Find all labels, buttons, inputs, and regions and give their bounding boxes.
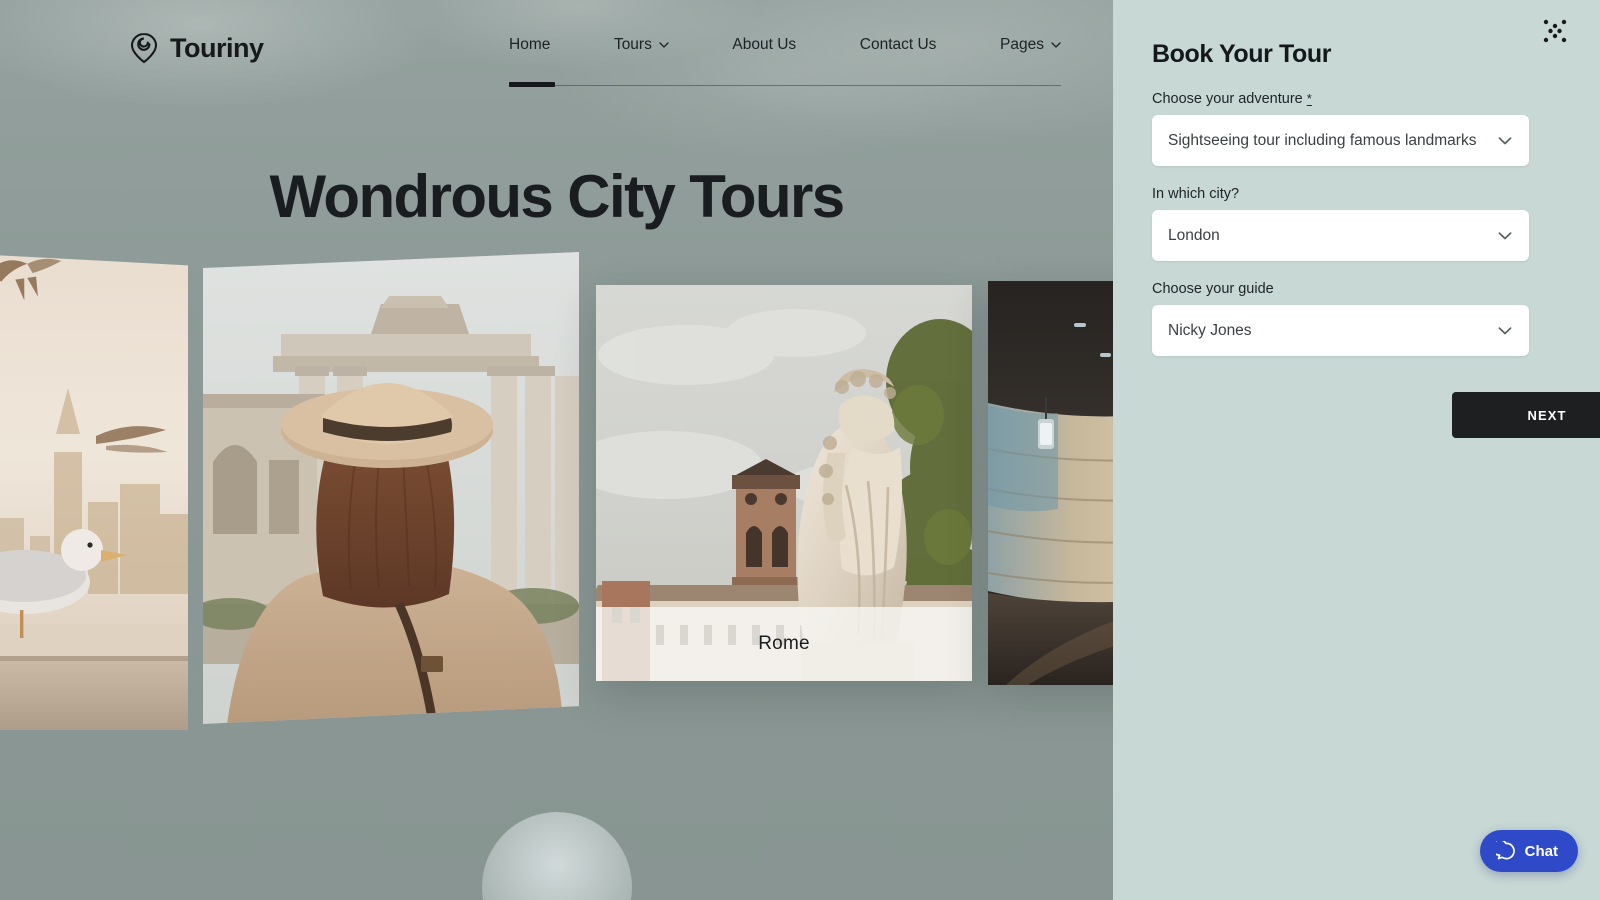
field-label-text: Choose your guide: [1152, 281, 1274, 297]
hero-section: Rome Touriny Home Tours About Us Contact…: [0, 0, 1113, 900]
nav-label: Tours: [613, 36, 652, 53]
card-caption: Rome: [596, 607, 972, 681]
nav-label: Home: [509, 36, 551, 53]
page-title: Wondrous City Tours: [269, 163, 845, 230]
nav-divider: [509, 85, 1061, 86]
field-label: Choose your adventure *: [1152, 91, 1529, 107]
nav-item-about-us[interactable]: About Us: [732, 36, 796, 56]
city-select[interactable]: London: [1152, 210, 1529, 261]
form-field-guide: Choose your guide Nicky Jones: [1152, 281, 1529, 356]
panel-title: Book Your Tour: [1152, 40, 1332, 68]
location-pin-spiral-icon: [130, 32, 158, 64]
field-label: Choose your guide: [1152, 281, 1529, 297]
select-value: Nicky Jones: [1168, 321, 1252, 339]
form-field-adventure: Choose your adventure * Sightseeing tour…: [1152, 91, 1529, 166]
chevron-down-icon: [1498, 136, 1512, 144]
chevron-down-icon: [1498, 231, 1512, 239]
adventure-select[interactable]: Sightseeing tour including famous landma…: [1152, 115, 1529, 166]
card-image-london: [0, 252, 188, 730]
chat-bubble-icon: [1495, 841, 1515, 860]
card-image-interior: [988, 281, 1113, 685]
chevron-down-icon: [1051, 42, 1061, 48]
field-label: In which city?: [1152, 186, 1529, 202]
select-value: Sightseeing tour including famous landma…: [1168, 131, 1477, 149]
nav-item-pages[interactable]: Pages: [1000, 36, 1061, 56]
chevron-down-icon: [659, 42, 669, 48]
card-image-forum: [203, 252, 579, 724]
nav-item-tours[interactable]: Tours: [614, 36, 669, 56]
brand-name: Touriny: [170, 32, 264, 63]
form-field-city: In which city? London: [1152, 186, 1529, 261]
nav-label: Pages: [1000, 36, 1044, 53]
carousel-card[interactable]: [203, 252, 579, 724]
nav-label: About Us: [732, 36, 797, 53]
carousel-card[interactable]: [988, 281, 1113, 685]
chevron-down-icon: [1498, 326, 1512, 334]
next-button[interactable]: NEXT: [1452, 392, 1600, 438]
field-label-text: Choose your adventure: [1152, 91, 1303, 107]
close-dots-glyph: [1543, 19, 1567, 43]
main-navigation: Home Tours About Us Contact Us Pages: [509, 36, 1061, 56]
chat-label: Chat: [1524, 842, 1558, 860]
brand-logo[interactable]: Touriny: [129, 32, 264, 64]
nav-item-home[interactable]: Home: [509, 36, 550, 56]
booking-panel: Book Your Tour Choose your adventure * S…: [1113, 0, 1600, 900]
dotted-close-icon[interactable]: [1538, 14, 1572, 48]
guide-select[interactable]: Nicky Jones: [1152, 305, 1529, 356]
required-marker: *: [1306, 91, 1312, 106]
nav-active-indicator: [509, 82, 555, 87]
field-label-text: In which city?: [1152, 186, 1240, 202]
nav-label: Contact Us: [859, 36, 937, 53]
site-header: Touriny Home Tours About Us Contact Us P…: [0, 0, 1113, 96]
select-value: London: [1168, 226, 1220, 244]
carousel-card-active[interactable]: Rome: [596, 285, 972, 681]
chat-button[interactable]: Chat: [1479, 830, 1578, 872]
carousel-card[interactable]: [0, 252, 188, 730]
destination-carousel: Rome: [0, 0, 1113, 900]
nav-item-contact-us[interactable]: Contact Us: [860, 36, 937, 56]
